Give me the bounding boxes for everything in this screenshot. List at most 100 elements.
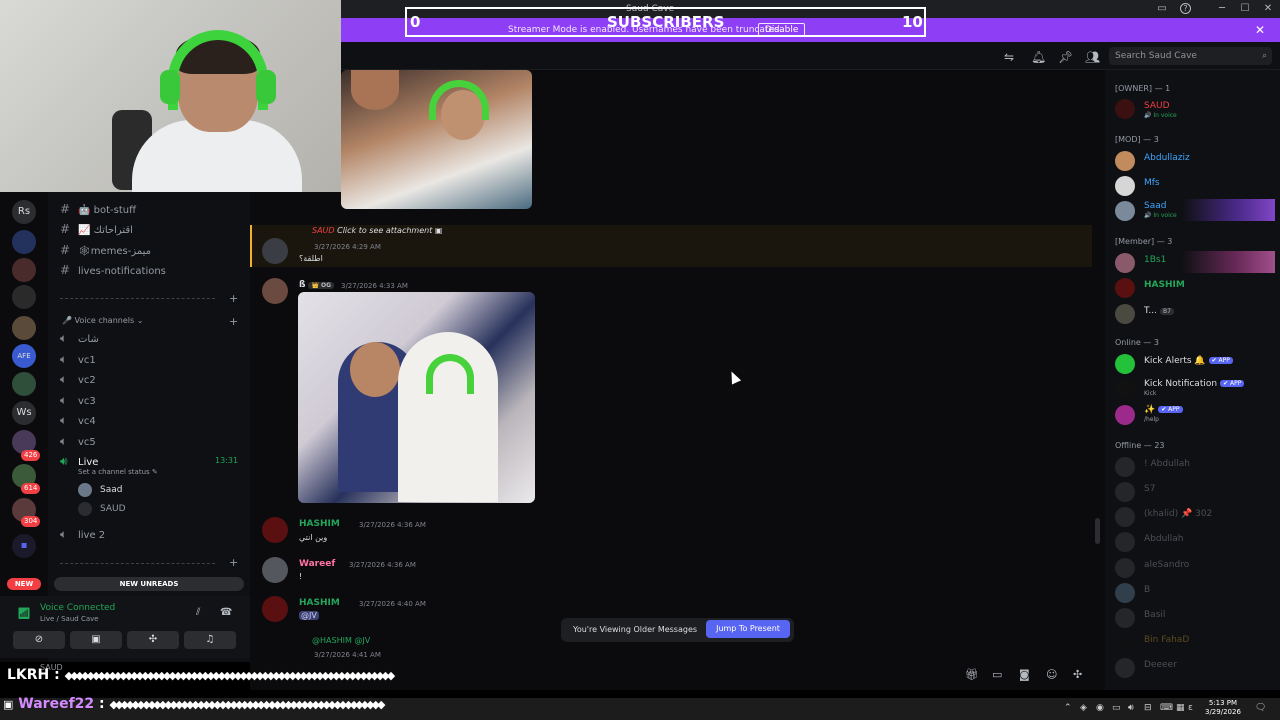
chevron-up-icon[interactable]: ⌃ [1064,703,1072,713]
member-row[interactable]: ✨ ✔ APP /help [1115,403,1275,425]
scrollbar-thumb[interactable] [1095,518,1100,544]
voice-user[interactable]: SAUD [78,501,126,517]
member-row[interactable]: SAUD 🔊 In voice [1115,97,1275,119]
member-row[interactable]: Abdullah [1115,530,1275,552]
voice-connected-title[interactable]: Voice Connected [40,603,115,613]
image-attachment[interactable] [341,70,532,209]
jump-to-present-button[interactable]: Jump To Present [706,620,790,638]
server-icon[interactable]: Rs [12,200,36,224]
noise-suppression-icon[interactable]: ⫽ [196,607,200,618]
new-unreads-pill[interactable]: NEW UNREADS [54,577,244,591]
voice-connected-subtitle[interactable]: Live / Saud Cave [40,615,99,623]
minimize-button[interactable]: ─ [1216,3,1228,15]
member-row[interactable]: T... B7 [1115,302,1275,324]
member-row[interactable]: Abdullaziz [1115,149,1275,171]
member-row[interactable]: Kick Notification ✔ APP Kick [1115,377,1275,399]
channel-suggestions[interactable]: # 📈 اقتراحاتك [60,220,133,238]
close-window-button[interactable]: ✕ [1262,3,1274,15]
member-row[interactable]: aleSandro [1115,556,1275,578]
member-row[interactable]: ! Abdullah [1115,455,1275,477]
soundboard-button[interactable]: ♫ [184,631,236,649]
channel-bot-stuff[interactable]: # 🤖 bot-stuff [60,200,136,218]
add-voice-channel-icon[interactable]: + [229,315,238,328]
server-icon[interactable] [12,316,36,340]
member-row[interactable]: 1Bs1 [1115,251,1275,273]
tray-icon[interactable]: ◉ [1096,703,1104,713]
server-icon[interactable] [12,258,36,282]
server-icon[interactable] [12,372,36,396]
maximize-button[interactable]: ☐ [1239,3,1251,15]
server-icon[interactable]: AFE [12,344,36,368]
voice-channel[interactable]: 🔈︎ vc5 [60,432,96,450]
voice-channel[interactable]: 🔈︎ live 2 [60,525,105,543]
screen-share-button[interactable]: ▣ [70,631,122,649]
reply-preview[interactable]: SAUD Click to see attachment ▣ [312,226,442,235]
member-row[interactable]: Mfs [1115,174,1275,196]
member-row[interactable]: B [1115,581,1275,603]
folder-icon[interactable]: ▪ [12,534,36,558]
add-channel-icon[interactable]: + [229,292,238,305]
notification-icon[interactable]: 🗨︎ [1255,703,1266,713]
close-banner-icon[interactable]: ✕ [1255,23,1265,37]
channel-lives-notifications[interactable]: # lives-notifications [60,261,166,279]
disconnect-icon[interactable]: ☎︎ [220,607,232,618]
voice-channel[interactable]: 🔈︎ شات [60,329,99,347]
message-author[interactable]: ß 👑 OG [299,280,335,290]
tray-icon[interactable]: ⊟ [1144,703,1152,713]
image-attachment[interactable] [298,292,535,503]
pin-icon[interactable]: 📌︎ [1058,50,1073,64]
language-icon[interactable]: ε [1188,703,1193,713]
emoji-icon[interactable]: ☺ [1046,668,1057,681]
member-row[interactable]: Kick Alerts 🔔 ✔ APP [1115,352,1275,374]
gift-icon[interactable]: 🎁︎ [965,668,979,681]
avatar[interactable] [262,596,288,622]
member-row[interactable]: Saad 🔊 In voice [1115,199,1275,221]
channel-memes[interactable]: # 🕸memes-ميمز [60,241,151,259]
sticker-icon[interactable]: ◙ [1019,668,1030,681]
voice-channel[interactable]: 🔈︎ vc4 [60,411,96,429]
add-icon[interactable]: + [229,556,238,569]
voice-channel[interactable]: 🔈︎ vc3 [60,391,96,409]
keyboard-icon[interactable]: ⌨ [1160,703,1173,713]
apps-icon[interactable]: ✣ [1073,668,1082,681]
server-icon[interactable] [12,230,36,254]
server-icon[interactable] [12,285,36,309]
members-icon[interactable]: 👥︎ [1085,50,1100,64]
avatar[interactable] [262,278,288,304]
signal-icon[interactable]: 📶︎ [17,607,31,620]
tray-icon[interactable]: ▦ [1176,703,1185,713]
taskbar-clock[interactable]: 5:13 PM 3/29/2026 [1205,699,1241,717]
member-row[interactable]: Bin FahaD [1115,631,1275,653]
member-row[interactable]: Deeeer [1115,656,1275,678]
gif-icon[interactable]: ▭ [992,668,1002,681]
message-author[interactable]: Wareef [299,559,335,569]
avatar[interactable] [262,557,288,583]
voice-channels-header[interactable]: 🎤 Voice channels ⌄ [62,316,143,325]
voice-channel[interactable]: 🔈︎ vc1 [60,350,96,368]
help-icon[interactable]: ? [1180,3,1191,14]
threads-icon[interactable]: ⇋ [1004,50,1014,64]
bell-icon[interactable]: 🔔︎ [1031,50,1046,64]
message-author[interactable]: HASHIM [299,519,340,529]
camera-off-button[interactable]: ⊘ [13,631,65,649]
member-row[interactable]: Basil [1115,606,1275,628]
inbox-icon[interactable]: ▭ [1156,3,1168,15]
search-input[interactable]: Search Saud Cave ⌕ [1109,47,1272,65]
channel-status[interactable]: Set a channel status ✎ [78,468,158,476]
voice-user[interactable]: Saad [78,482,122,498]
reply-preview[interactable]: @HASHIM @JV [312,636,370,645]
avatar[interactable] [262,238,288,264]
server-icon[interactable]: Ws [12,401,36,425]
network-icon[interactable]: ▭ [1112,703,1121,713]
volume-icon[interactable]: 🔊︎ [1128,703,1134,713]
member-row[interactable]: HASHIM [1115,276,1275,298]
tray-icon[interactable]: ◈ [1080,703,1087,713]
mention[interactable]: @JV [299,611,319,620]
activities-button[interactable]: ✣ [127,631,179,649]
avatar[interactable] [262,517,288,543]
message-author[interactable]: HASHIM [299,598,340,608]
new-pill[interactable]: NEW [7,578,41,590]
member-row[interactable]: S7 [1115,480,1275,502]
member-row[interactable]: (khalid) 📌 302 [1115,505,1275,527]
voice-channel[interactable]: 🔈︎ vc2 [60,370,96,388]
